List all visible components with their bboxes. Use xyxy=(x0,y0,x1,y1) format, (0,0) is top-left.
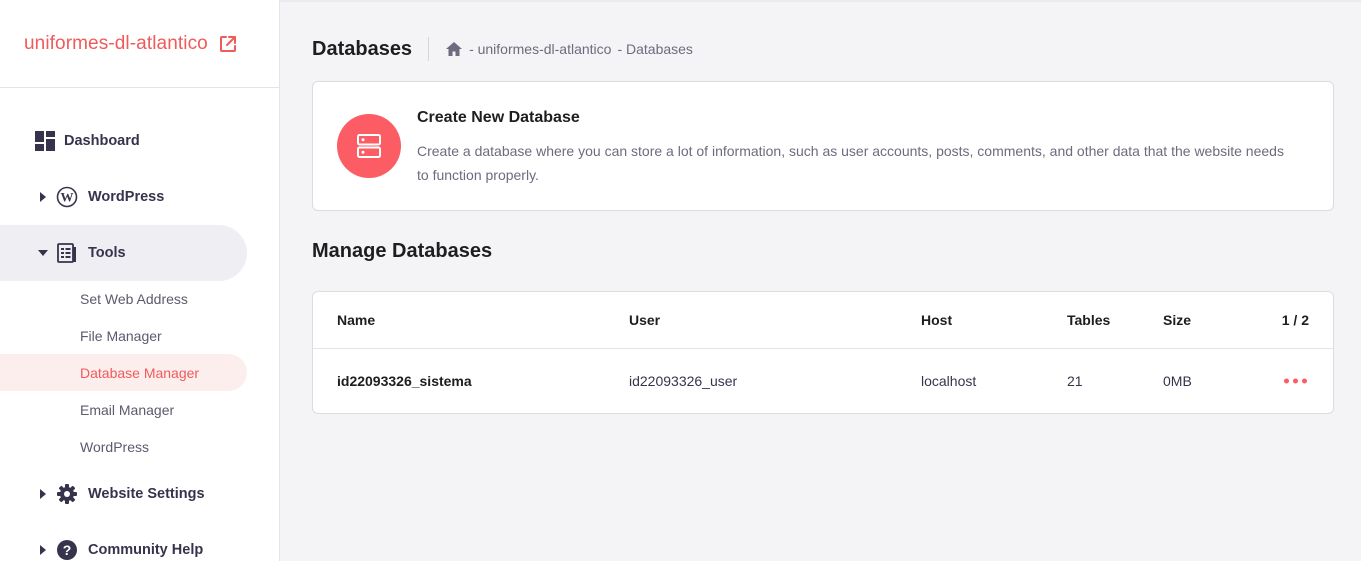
tools-icon xyxy=(57,243,76,263)
main-content: Databases - uniformes-dl-atlantico - Dat… xyxy=(280,0,1361,561)
more-actions-icon[interactable] xyxy=(1284,378,1307,384)
breadcrumb: - uniformes-dl-atlantico - Databases xyxy=(445,41,693,57)
dashboard-icon xyxy=(35,131,55,151)
caret-right-icon[interactable] xyxy=(38,545,48,555)
table-row: id22093326_sistema id22093326_user local… xyxy=(313,349,1333,413)
site-name[interactable]: uniformes-dl-atlantico xyxy=(24,33,208,55)
sidebar-item-label: Dashboard xyxy=(64,133,140,149)
create-database-card[interactable]: Create New Database Create a database wh… xyxy=(312,81,1334,211)
sidebar-subitem-set-web-address[interactable]: Set Web Address xyxy=(0,280,247,317)
home-icon[interactable] xyxy=(445,41,463,57)
databases-table: Name User Host Tables Size 1 / 2 id22093… xyxy=(312,291,1334,414)
breadcrumb-site[interactable]: - uniformes-dl-atlantico xyxy=(469,41,611,57)
header-divider xyxy=(428,37,430,61)
sidebar-item-tools[interactable]: Tools xyxy=(0,225,247,281)
svg-text:W: W xyxy=(61,190,74,205)
table-header: Name User Host Tables Size 1 / 2 xyxy=(313,292,1333,349)
column-host: Host xyxy=(921,312,953,328)
external-link-icon[interactable] xyxy=(218,34,238,54)
column-user: User xyxy=(629,312,661,328)
column-size: Size xyxy=(1163,312,1192,328)
caret-down-icon[interactable] xyxy=(38,248,48,258)
manage-databases-title: Manage Databases xyxy=(312,240,493,262)
sidebar-item-label: Tools xyxy=(88,245,126,261)
caret-right-icon[interactable] xyxy=(38,489,48,499)
database-tables: 21 xyxy=(1067,373,1083,389)
sidebar-subitem-wordpress[interactable]: WordPress xyxy=(0,428,247,465)
database-host: localhost xyxy=(921,373,977,389)
sidebar-item-label: WordPress xyxy=(88,189,165,205)
sidebar-item-label: Community Help xyxy=(88,542,204,558)
svg-text:?: ? xyxy=(63,542,72,558)
top-divider xyxy=(280,0,1361,2)
create-database-description: Create a database where you can store a … xyxy=(417,143,1284,183)
breadcrumb-current: - Databases xyxy=(617,41,693,57)
gear-icon xyxy=(57,484,77,504)
database-size: 0MB xyxy=(1163,373,1192,389)
database-count: 1 / 2 xyxy=(1281,312,1309,328)
sidebar-subitem-database-manager[interactable]: Database Manager xyxy=(0,354,247,391)
sidebar-item-label: Website Settings xyxy=(88,486,205,502)
database-user: id22093326_user xyxy=(629,373,738,389)
sidebar-subitem-email-manager[interactable]: Email Manager xyxy=(0,391,247,428)
page-title: Databases xyxy=(312,37,413,60)
create-database-title: Create New Database xyxy=(417,109,580,126)
database-icon xyxy=(337,114,401,178)
database-name: id22093326_sistema xyxy=(337,373,472,389)
caret-right-icon[interactable] xyxy=(38,192,48,202)
site-title-link[interactable]: uniformes-dl-atlantico xyxy=(0,0,279,88)
sidebar-subitem-file-manager[interactable]: File Manager xyxy=(0,317,247,354)
sidebar: uniformes-dl-atlantico Dashboard W WordP… xyxy=(0,0,280,561)
column-tables: Tables xyxy=(1067,312,1111,328)
wordpress-icon: W xyxy=(56,186,78,208)
column-name: Name xyxy=(337,312,376,328)
help-icon: ? xyxy=(57,540,77,560)
page-header: Databases - uniformes-dl-atlantico - Dat… xyxy=(312,36,693,62)
